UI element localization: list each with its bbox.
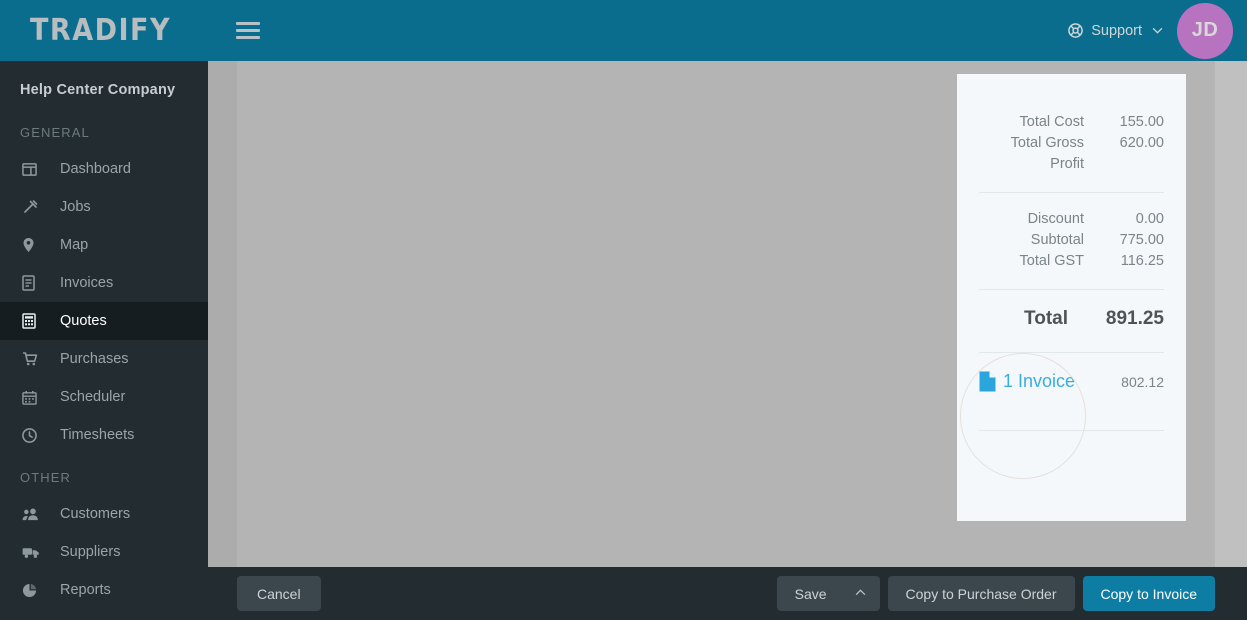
subtotal-row: Subtotal 775.00 — [979, 230, 1164, 251]
total-value: 891.25 — [1105, 308, 1164, 329]
subtotal-value: 775.00 — [1119, 232, 1164, 248]
content-scrollbar-strip[interactable] — [1215, 61, 1247, 567]
support-label: Support — [1091, 22, 1142, 39]
sidebar-item-map[interactable]: Map — [0, 226, 208, 264]
discount-value: 0.00 — [1135, 211, 1164, 227]
sidebar-item-customers[interactable]: Customers — [0, 495, 208, 533]
people-icon — [22, 507, 44, 521]
sidebar-section-general: GENERAL — [20, 125, 90, 140]
total-gst-label: Total GST — [1019, 253, 1084, 269]
document-icon — [979, 371, 996, 392]
discount-row: Discount 0.00 — [979, 209, 1164, 230]
user-avatar[interactable]: JD — [1177, 2, 1233, 59]
card-divider — [979, 352, 1164, 353]
sidebar-item-jobs[interactable]: Jobs — [0, 188, 208, 226]
sidebar-item-invoices[interactable]: Invoices — [0, 264, 208, 302]
copy-to-invoice-button[interactable]: Copy to Invoice — [1082, 576, 1215, 611]
subtotal-label: Subtotal — [1030, 232, 1084, 248]
pie-chart-icon — [22, 583, 44, 598]
chevron-up-icon — [855, 588, 866, 599]
save-button-label: Save — [794, 585, 827, 602]
total-gst-value: 116.25 — [1120, 253, 1164, 269]
map-pin-icon — [22, 237, 44, 253]
total-gst-row: Total GST 116.25 — [979, 251, 1164, 272]
sidebar-item-label: Quotes — [60, 313, 107, 329]
sidebar-item-scheduler[interactable]: Scheduler — [0, 378, 208, 416]
sidebar-item-reports[interactable]: Reports — [0, 571, 208, 609]
sidebar-item-label: Purchases — [60, 351, 129, 367]
total-label: Total — [1024, 308, 1068, 329]
bottom-action-bar: Cancel Save Copy to Purchase Order Copy … — [208, 567, 1247, 620]
truck-icon — [22, 546, 44, 559]
total-gross-profit-label: Total Gross Profit — [1010, 135, 1084, 172]
discount-label: Discount — [1027, 211, 1084, 227]
total-cost-row: Total Cost 155.00 — [979, 112, 1164, 133]
invoice-summary-row: 1 Invoice 802.12 — [979, 371, 1164, 392]
card-divider — [979, 289, 1164, 290]
action-buttons-group: Save Copy to Purchase Order Copy to Invo… — [776, 576, 1247, 611]
sidebar-item-purchases[interactable]: Purchases — [0, 340, 208, 378]
sidebar-item-label: Invoices — [60, 275, 114, 291]
total-gross-profit-value: 620.00 — [1119, 135, 1164, 151]
app-window: TRADIFY Support JD Help Center Company G… — [0, 0, 1247, 620]
sidebar-item-label: Reports — [60, 582, 111, 598]
sidebar-item-label: Map — [60, 237, 89, 253]
shopping-cart-icon — [22, 351, 44, 367]
calendar-icon — [22, 390, 44, 405]
chevron-down-icon — [1152, 25, 1163, 37]
support-menu[interactable]: Support — [1068, 23, 1163, 39]
save-button[interactable]: Save — [776, 576, 880, 611]
total-cost-value: 155.00 — [1119, 114, 1164, 130]
sidebar-item-label: Jobs — [60, 199, 91, 215]
invoice-amount: 802.12 — [1121, 373, 1164, 390]
lifebuoy-icon — [1068, 23, 1084, 38]
sidebar-item-label: Suppliers — [60, 544, 121, 560]
main-content-area: Total Cost 155.00 Total Gross Profit 620… — [208, 61, 1247, 567]
tradify-logo: TRADIFY — [30, 12, 172, 48]
card-divider — [979, 430, 1164, 431]
cancel-button-wrap: Cancel — [237, 576, 321, 611]
clock-icon — [22, 427, 44, 443]
sidebar-item-suppliers[interactable]: Suppliers — [0, 533, 208, 571]
sidebar-item-label: Timesheets — [60, 427, 135, 443]
quote-totals-card: Total Cost 155.00 Total Gross Profit 620… — [957, 74, 1186, 521]
total-gross-profit-row: Total Gross Profit 620.00 — [979, 133, 1164, 175]
total-row: Total 891.25 — [979, 306, 1164, 332]
sidebar-item-label: Customers — [60, 506, 131, 522]
company-name: Help Center Company — [20, 82, 176, 98]
copy-to-purchase-order-button[interactable]: Copy to Purchase Order — [887, 576, 1075, 611]
total-cost-label: Total Cost — [1019, 114, 1084, 130]
header-right-group: Support JD — [1068, 2, 1247, 59]
top-header-bar: TRADIFY Support JD — [0, 0, 1247, 61]
calculator-icon — [22, 313, 44, 329]
hammer-icon — [22, 199, 44, 215]
content-left-strip — [208, 61, 237, 567]
sidebar-item-dashboard[interactable]: Dashboard — [0, 150, 208, 188]
cancel-button[interactable]: Cancel — [237, 576, 321, 611]
invoice-link[interactable]: 1 Invoice — [979, 371, 1075, 392]
sidebar-section-other: OTHER — [20, 470, 71, 485]
sidebar-item-label: Dashboard — [60, 161, 131, 177]
sidebar: Help Center Company GENERAL Dashboard Jo… — [0, 61, 208, 620]
sidebar-item-timesheets[interactable]: Timesheets — [0, 416, 208, 454]
sidebar-item-quotes[interactable]: Quotes — [0, 302, 208, 340]
dashboard-icon — [22, 162, 44, 177]
card-divider — [979, 192, 1164, 193]
invoice-document-icon — [22, 275, 44, 291]
sidebar-item-label: Scheduler — [60, 389, 126, 405]
invoice-link-label: 1 Invoice — [1003, 371, 1076, 391]
hamburger-icon[interactable] — [236, 18, 262, 44]
avatar-initials: JD — [1191, 19, 1219, 41]
